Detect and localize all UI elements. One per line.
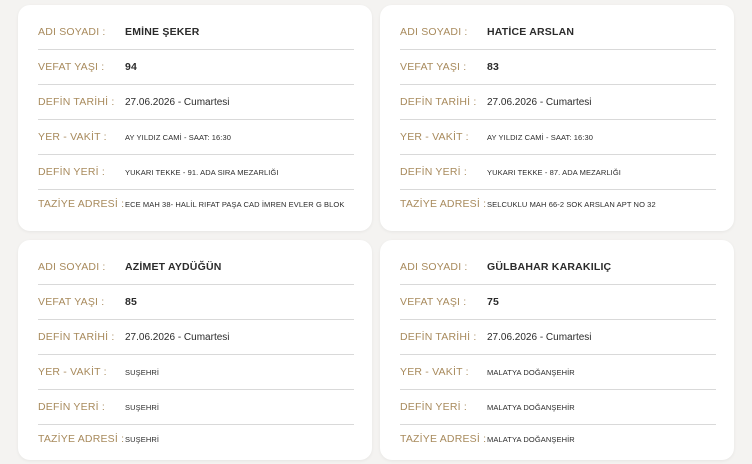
- burial-label: DEFİN YERİ :: [400, 166, 467, 178]
- name-row: ADI SOYADI : EMİNE ŞEKER: [38, 15, 354, 50]
- condolence-value: SUŞEHRİ: [125, 435, 160, 444]
- burial-label: DEFİN YERİ :: [38, 401, 105, 413]
- place-time-row: YER - VAKİT : AY YILDIZ CAMİ - SAAT: 16:…: [38, 120, 354, 155]
- condolence-row: TAZİYE ADRESİ : SELCUKLU MAH 66-2 SOK AR…: [400, 190, 716, 211]
- name-value: GÜLBAHAR KARAKILIÇ: [487, 260, 612, 273]
- burial-row: DEFİN YERİ : YUKARI TEKKE - 91. ADA SIRA…: [38, 155, 354, 190]
- age-label: VEFAT YAŞI :: [400, 296, 467, 308]
- obituary-card: ADI SOYADI : GÜLBAHAR KARAKILIÇ VEFAT YA…: [380, 240, 734, 460]
- age-row: VEFAT YAŞI : 94: [38, 50, 354, 85]
- place-time-row: YER - VAKİT : MALATYA DOĞANŞEHİR: [400, 355, 716, 390]
- burial-value: YUKARI TEKKE - 87. ADA MEZARLIĞI: [487, 167, 621, 177]
- place-time-value: AY YILDIZ CAMİ - SAAT: 16:30: [125, 132, 232, 142]
- place-time-row: YER - VAKİT : SUŞEHRİ: [38, 355, 354, 390]
- name-label: ADI SOYADI :: [400, 26, 468, 38]
- obituary-card: ADI SOYADI : HATİCE ARSLAN VEFAT YAŞI : …: [380, 5, 734, 231]
- age-value: 83: [487, 60, 500, 73]
- burial-row: DEFİN YERİ : YUKARI TEKKE - 87. ADA MEZA…: [400, 155, 716, 190]
- burial-row: DEFİN YERİ : SUŞEHRİ: [38, 390, 354, 425]
- age-value: 85: [125, 295, 138, 308]
- name-row: ADI SOYADI : HATİCE ARSLAN: [400, 15, 716, 50]
- date-label: DEFİN TARİHİ :: [38, 331, 115, 343]
- date-row: DEFİN TARİHİ : 27.06.2026 - Cumartesi: [400, 320, 716, 355]
- date-row: DEFİN TARİHİ : 27.06.2026 - Cumartesi: [38, 85, 354, 120]
- date-row: DEFİN TARİHİ : 27.06.2026 - Cumartesi: [400, 85, 716, 120]
- burial-row: DEFİN YERİ : MALATYA DOĞANŞEHİR: [400, 390, 716, 425]
- date-label: DEFİN TARİHİ :: [38, 96, 115, 108]
- condolence-row: TAZİYE ADRESİ : ECE MAH 38- HALİL RIFAT …: [38, 190, 354, 211]
- place-time-row: YER - VAKİT : AY YILDIZ CAMİ - SAAT: 16:…: [400, 120, 716, 155]
- name-value: AZİMET AYDÜĞÜN: [125, 260, 222, 273]
- condolence-value: MALATYA DOĞANŞEHİR: [487, 435, 575, 444]
- name-label: ADI SOYADI :: [38, 261, 106, 273]
- name-label: ADI SOYADI :: [38, 26, 106, 38]
- age-label: VEFAT YAŞI :: [400, 61, 467, 73]
- name-label: ADI SOYADI :: [400, 261, 468, 273]
- condolence-label: TAZİYE ADRESİ :: [400, 198, 487, 210]
- name-value: HATİCE ARSLAN: [487, 25, 575, 38]
- obituary-grid: ADI SOYADI : EMİNE ŞEKER VEFAT YAŞI : 94…: [0, 0, 752, 464]
- condolence-row: TAZİYE ADRESİ : SUŞEHRİ: [38, 425, 354, 446]
- place-time-value: MALATYA DOĞANŞEHİR: [487, 367, 575, 377]
- date-value: 27.06.2026 - Cumartesi: [487, 331, 592, 343]
- condolence-label: TAZİYE ADRESİ :: [400, 433, 487, 445]
- burial-label: DEFİN YERİ :: [38, 166, 105, 178]
- name-row: ADI SOYADI : GÜLBAHAR KARAKILIÇ: [400, 250, 716, 285]
- name-value: EMİNE ŞEKER: [125, 25, 200, 38]
- place-time-label: YER - VAKİT :: [38, 131, 107, 143]
- place-time-label: YER - VAKİT :: [400, 131, 469, 143]
- place-time-value: SUŞEHRİ: [125, 367, 160, 377]
- date-row: DEFİN TARİHİ : 27.06.2026 - Cumartesi: [38, 320, 354, 355]
- age-label: VEFAT YAŞI :: [38, 296, 105, 308]
- burial-value: MALATYA DOĞANŞEHİR: [487, 402, 575, 412]
- name-row: ADI SOYADI : AZİMET AYDÜĞÜN: [38, 250, 354, 285]
- condolence-value: ECE MAH 38- HALİL RIFAT PAŞA CAD İMREN E…: [125, 200, 345, 209]
- age-label: VEFAT YAŞI :: [38, 61, 105, 73]
- obituary-card: ADI SOYADI : EMİNE ŞEKER VEFAT YAŞI : 94…: [18, 5, 372, 231]
- condolence-row: TAZİYE ADRESİ : MALATYA DOĞANŞEHİR: [400, 425, 716, 446]
- burial-value: SUŞEHRİ: [125, 402, 160, 412]
- date-label: DEFİN TARİHİ :: [400, 331, 477, 343]
- condolence-label: TAZİYE ADRESİ :: [38, 433, 125, 445]
- age-value: 94: [125, 60, 138, 73]
- age-row: VEFAT YAŞI : 75: [400, 285, 716, 320]
- age-row: VEFAT YAŞI : 85: [38, 285, 354, 320]
- date-value: 27.06.2026 - Cumartesi: [487, 96, 592, 108]
- place-time-label: YER - VAKİT :: [400, 366, 469, 378]
- place-time-value: AY YILDIZ CAMİ - SAAT: 16:30: [487, 132, 594, 142]
- obituary-card: ADI SOYADI : AZİMET AYDÜĞÜN VEFAT YAŞI :…: [18, 240, 372, 460]
- date-label: DEFİN TARİHİ :: [400, 96, 477, 108]
- condolence-value: SELCUKLU MAH 66-2 SOK ARSLAN APT NO 32: [487, 200, 656, 209]
- burial-label: DEFİN YERİ :: [400, 401, 467, 413]
- date-value: 27.06.2026 - Cumartesi: [125, 96, 230, 108]
- date-value: 27.06.2026 - Cumartesi: [125, 331, 230, 343]
- place-time-label: YER - VAKİT :: [38, 366, 107, 378]
- burial-value: YUKARI TEKKE - 91. ADA SIRA MEZARLIĞI: [125, 167, 279, 177]
- age-row: VEFAT YAŞI : 83: [400, 50, 716, 85]
- age-value: 75: [487, 295, 500, 308]
- condolence-label: TAZİYE ADRESİ :: [38, 198, 125, 210]
